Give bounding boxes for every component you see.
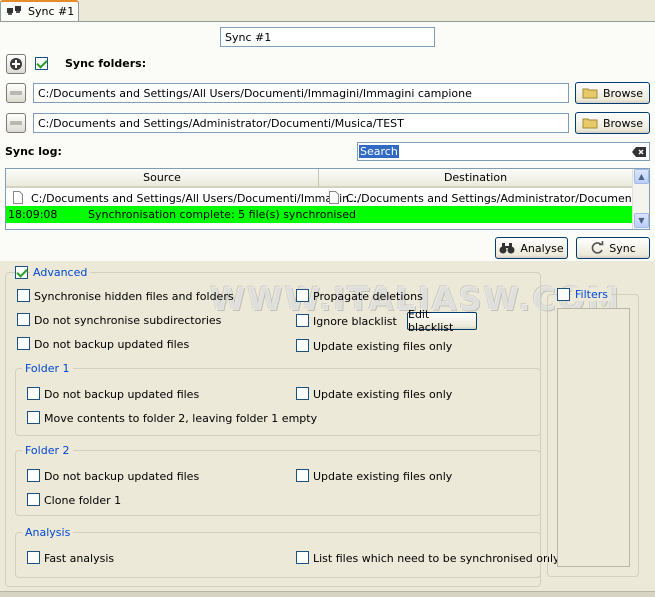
search-input-text: Search xyxy=(359,145,399,158)
tab-sync-1[interactable]: Sync #1 xyxy=(0,0,79,22)
clear-search-icon[interactable] xyxy=(632,147,646,157)
no-subdirs-label: Do not synchronise subdirectories xyxy=(34,314,222,327)
propagate-deletions-label: Propagate deletions xyxy=(313,290,423,303)
sync-label: Sync xyxy=(609,241,636,255)
row-destination: C:/Documents and Settings/Administrator/… xyxy=(346,192,650,205)
analyse-button[interactable]: Analyse xyxy=(495,237,568,259)
status-message: Synchronisation complete: 5 file(s) sync… xyxy=(88,208,356,221)
folder-1-move-contents-checkbox[interactable] xyxy=(27,411,40,424)
sync-folders-checkbox[interactable] xyxy=(35,57,48,70)
file-icon xyxy=(329,191,339,204)
table-row[interactable]: C:/Documents and Settings/All Users/Docu… xyxy=(6,190,649,206)
folder-1-title: Folder 1 xyxy=(22,362,73,375)
sync-pair-icon xyxy=(6,5,22,20)
file-icon xyxy=(13,191,23,204)
folder-1-path-input[interactable] xyxy=(33,83,569,103)
tab-label: Sync #1 xyxy=(28,5,75,18)
folder-1-no-backup-checkbox[interactable] xyxy=(27,387,40,400)
filters-checkbox[interactable] xyxy=(557,288,570,301)
browse-label: Browse xyxy=(602,116,644,130)
folder-2-no-backup-checkbox[interactable] xyxy=(27,469,40,482)
log-scrollbar[interactable]: ▲ ▼ xyxy=(632,169,649,229)
propagate-deletions-checkbox[interactable] xyxy=(296,289,309,302)
folder-1-update-existing-label: Update existing files only xyxy=(313,388,453,401)
folder-1-update-existing-checkbox[interactable] xyxy=(296,387,309,400)
column-header-destination[interactable]: Destination xyxy=(319,169,633,188)
filters-title: Filters xyxy=(572,288,611,301)
folder-2-clone-label: Clone folder 1 xyxy=(44,494,122,507)
list-files-label: List files which need to be synchronised… xyxy=(313,552,560,565)
folder-2-update-existing-label: Update existing files only xyxy=(313,470,453,483)
browse-folder-1-button[interactable]: Browse xyxy=(575,82,650,104)
folder-1-move-contents-label: Move contents to folder 2, leaving folde… xyxy=(44,412,318,425)
folder-2-clone-checkbox[interactable] xyxy=(27,493,40,506)
binoculars-icon xyxy=(499,243,515,254)
folder-2-path-input[interactable] xyxy=(33,113,569,133)
edit-blacklist-label: Edit blacklist xyxy=(408,308,454,334)
tab-strip xyxy=(0,0,655,22)
sync-arrows-icon xyxy=(591,241,604,254)
minus-icon xyxy=(10,91,22,95)
folder-2-update-existing-checkbox[interactable] xyxy=(296,469,309,482)
folder-1-group xyxy=(15,368,541,436)
filters-list[interactable] xyxy=(557,308,630,567)
column-header-destination-label: Destination xyxy=(443,171,508,184)
add-folder-button[interactable] xyxy=(6,54,26,74)
remove-folder-2-button[interactable] xyxy=(6,113,26,133)
folder-icon xyxy=(582,118,598,129)
remove-folder-1-button[interactable] xyxy=(6,83,26,103)
sync-button[interactable]: Sync xyxy=(576,237,650,259)
browse-folder-2-button[interactable]: Browse xyxy=(575,112,650,134)
sync-log-label: Sync log: xyxy=(5,145,62,158)
column-header-source-label: Source xyxy=(143,171,181,184)
ignore-blacklist-label: Ignore blacklist xyxy=(313,315,397,328)
status-row[interactable]: 18:09:08 Synchronisation complete: 5 fil… xyxy=(6,206,633,223)
sync-log-list[interactable]: Source Destination C:/Documents and Sett… xyxy=(5,168,650,230)
minus-icon xyxy=(10,121,22,125)
update-existing-label: Update existing files only xyxy=(313,340,453,353)
list-files-checkbox[interactable] xyxy=(296,551,309,564)
sync-name-input[interactable] xyxy=(220,27,435,47)
search-field[interactable]: Search xyxy=(357,142,650,161)
folder-icon xyxy=(582,88,598,99)
no-backup-checkbox[interactable] xyxy=(17,337,30,350)
bottom-edge xyxy=(0,591,655,597)
edit-blacklist-button[interactable]: Edit blacklist xyxy=(407,308,477,334)
advanced-checkbox[interactable] xyxy=(15,266,28,279)
no-subdirs-checkbox[interactable] xyxy=(17,313,30,326)
browse-label: Browse xyxy=(602,86,644,100)
scroll-down-icon[interactable]: ▼ xyxy=(634,213,649,228)
scroll-up-icon[interactable]: ▲ xyxy=(634,169,649,184)
no-backup-label: Do not backup updated files xyxy=(34,338,190,351)
row-source: C:/Documents and Settings/All Users/Docu… xyxy=(31,192,360,205)
plus-icon xyxy=(10,58,22,70)
analyse-label: Analyse xyxy=(520,241,564,255)
folder-2-no-backup-label: Do not backup updated files xyxy=(44,470,200,483)
analysis-title: Analysis xyxy=(22,526,74,539)
sync-hidden-label: Synchronise hidden files and folders xyxy=(34,290,234,303)
advanced-title: Advanced xyxy=(30,266,91,279)
sync-folders-label: Sync folders: xyxy=(65,57,147,70)
folder-1-no-backup-label: Do not backup updated files xyxy=(44,388,200,401)
fast-analysis-checkbox[interactable] xyxy=(27,551,40,564)
update-existing-checkbox[interactable] xyxy=(296,339,309,352)
column-header-source[interactable]: Source xyxy=(6,169,319,188)
fast-analysis-label: Fast analysis xyxy=(44,552,115,565)
sync-hidden-checkbox[interactable] xyxy=(17,289,30,302)
status-time: 18:09:08 xyxy=(8,208,58,221)
folder-2-title: Folder 2 xyxy=(22,444,73,457)
ignore-blacklist-checkbox[interactable] xyxy=(296,314,309,327)
